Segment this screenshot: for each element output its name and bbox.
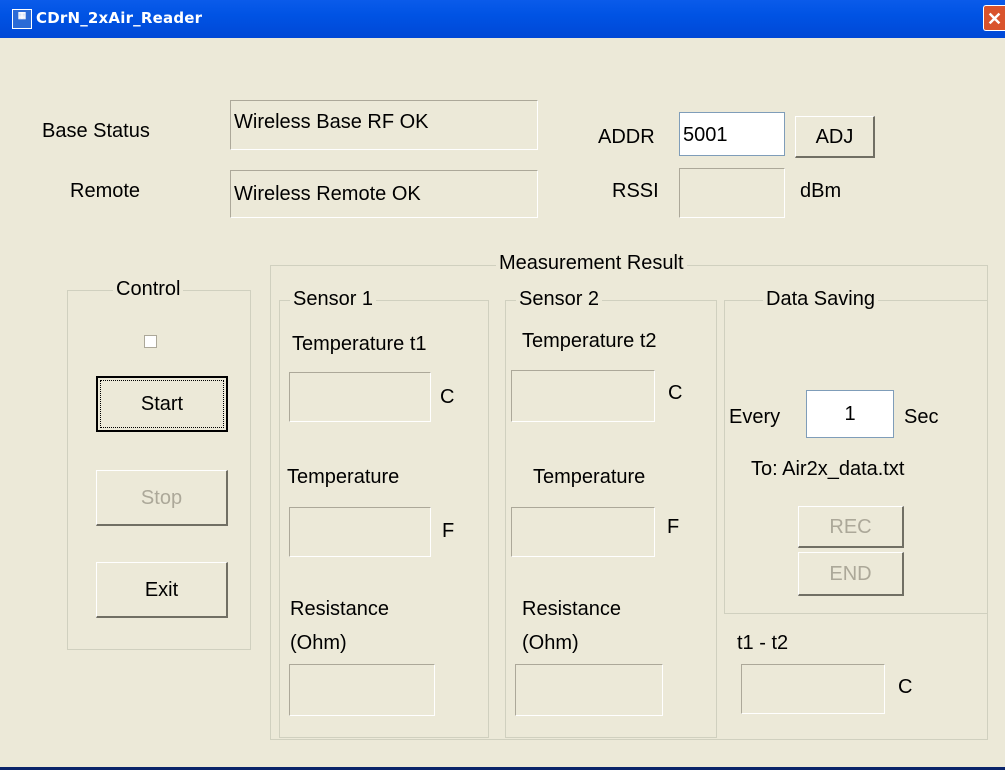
control-checkbox[interactable] — [144, 335, 157, 348]
close-icon: ✕ — [986, 9, 1003, 29]
sensor1-resistance-field — [289, 664, 435, 716]
sensor2-temp-c-field — [511, 370, 655, 422]
sensor1-temp-f-unit: F — [442, 520, 455, 542]
sensor2-temp-c-unit: C — [668, 382, 683, 404]
data-saving-legend: Data Saving — [763, 288, 878, 311]
sensor2-temp-f-field — [511, 507, 655, 557]
base-status-label: Base Status — [42, 120, 150, 142]
base-status-field: Wireless Base RF OK — [230, 100, 538, 150]
every-label: Every — [729, 406, 781, 428]
close-button[interactable]: ✕ — [983, 5, 1005, 31]
sensor2-resistance-field — [515, 664, 663, 716]
diff-unit: C — [898, 676, 913, 698]
sensor1-legend: Sensor 1 — [290, 288, 377, 311]
rssi-label: RSSI — [612, 180, 659, 202]
app-window: ▦ CDrN_2xAir_Reader ✕ Base Status Wirele… — [0, 0, 1005, 770]
stop-button[interactable]: Stop — [96, 470, 228, 526]
sensor1-resistance-label: Resistance — [290, 598, 389, 620]
adj-button[interactable]: ADJ — [795, 116, 875, 158]
rec-button[interactable]: REC — [798, 506, 904, 548]
interval-input[interactable] — [806, 390, 894, 438]
app-icon: ▦ — [12, 9, 32, 29]
sensor1-resistance-unit: (Ohm) — [290, 632, 347, 654]
diff-field — [741, 664, 885, 714]
rssi-field — [679, 168, 785, 218]
remote-label: Remote — [70, 180, 141, 202]
sensor2-legend: Sensor 2 — [516, 288, 603, 311]
sensor1-temp-f-label: Temperature — [287, 466, 400, 488]
addr-label: ADDR — [598, 126, 655, 148]
sensor2-temp-c-label: Temperature t2 — [522, 330, 657, 352]
window-title: CDrN_2xAir_Reader — [36, 9, 203, 27]
sensor1-temp-c-label: Temperature t1 — [292, 333, 427, 355]
save-file-label: To: Air2x_data.txt — [751, 458, 905, 480]
title-bar[interactable]: ▦ CDrN_2xAir_Reader ✕ — [0, 0, 1005, 38]
sensor2-temp-f-label: Temperature — [533, 466, 646, 488]
sensor1-temp-f-field — [289, 507, 431, 557]
diff-label: t1 - t2 — [737, 632, 789, 654]
rssi-unit: dBm — [800, 180, 842, 202]
remote-status-field: Wireless Remote OK — [230, 170, 538, 218]
sec-label: Sec — [904, 406, 939, 428]
start-button[interactable]: Start — [96, 376, 228, 432]
measurement-legend: Measurement Result — [496, 252, 687, 275]
sensor2-temp-f-unit: F — [667, 516, 680, 538]
end-button[interactable]: END — [798, 552, 904, 596]
control-legend: Control — [113, 278, 184, 301]
sensor1-temp-c-field — [289, 372, 431, 422]
sensor2-resistance-unit: (Ohm) — [522, 632, 579, 654]
sensor2-resistance-label: Resistance — [522, 598, 621, 620]
sensor1-temp-c-unit: C — [440, 386, 455, 408]
exit-button[interactable]: Exit — [96, 562, 228, 618]
addr-input[interactable] — [679, 112, 785, 156]
